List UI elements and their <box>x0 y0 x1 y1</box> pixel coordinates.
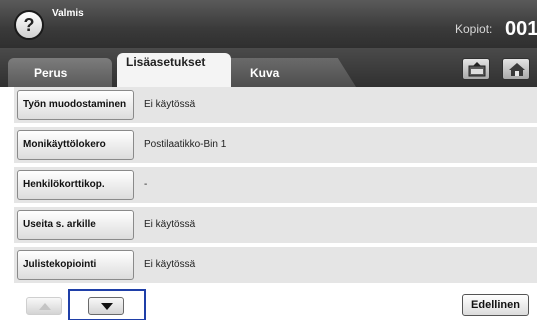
list-item: Monikäyttölokero Postilaatikko-Bin 1 <box>14 127 537 163</box>
row-value: - <box>144 179 148 190</box>
row-button[interactable]: Julistekopiointi <box>17 250 134 280</box>
settings-list: Työn muodostaminen Ei käytössä Monikäytt… <box>0 87 537 320</box>
scroll-up-button[interactable] <box>26 297 62 315</box>
status-text: Valmis <box>52 8 84 19</box>
help-button[interactable]: ? <box>14 10 44 40</box>
tab-kuva[interactable]: Kuva <box>226 58 356 87</box>
job-build-button[interactable] <box>462 58 490 80</box>
home-button[interactable] <box>502 58 530 80</box>
list-item: Henkilökorttikop. - <box>14 167 537 203</box>
copies-label: Kopiot: <box>455 22 493 36</box>
row-value: Ei käytössä <box>144 259 196 270</box>
list-item: Julistekopiointi Ei käytössä <box>14 247 537 283</box>
tab-bar: Perus Kuva Lisäasetukset <box>0 48 537 87</box>
row-button[interactable]: Työn muodostaminen <box>17 90 134 120</box>
row-button[interactable]: Henkilökorttikop. <box>17 170 134 200</box>
job-build-icon <box>468 62 486 77</box>
tab-label: Kuva <box>250 66 280 80</box>
row-value: Ei käytössä <box>144 99 196 110</box>
list-item: Työn muodostaminen Ei käytössä <box>14 87 537 123</box>
title-bar: ? Valmis Kopiot: 001 <box>0 0 537 48</box>
previous-button[interactable]: Edellinen <box>462 294 529 316</box>
tab-label: Lisäasetukset <box>126 55 206 69</box>
row-button[interactable]: Monikäyttölokero <box>17 130 134 160</box>
arrow-down-icon <box>101 303 113 310</box>
tab-label: Perus <box>34 66 68 80</box>
tab-perus[interactable]: Perus <box>8 58 112 87</box>
row-value: Postilaatikko-Bin 1 <box>144 139 227 150</box>
tab-lisaasetukset[interactable]: Lisäasetukset <box>117 53 231 87</box>
row-button[interactable]: Useita s. arkille <box>17 210 134 240</box>
row-value: Ei käytössä <box>144 219 196 230</box>
copies-count: 001 <box>505 18 537 40</box>
arrow-up-icon <box>39 303 51 310</box>
scroll-down-button[interactable] <box>88 297 124 315</box>
list-item: Useita s. arkille Ei käytössä <box>14 207 537 243</box>
home-icon <box>509 63 525 76</box>
